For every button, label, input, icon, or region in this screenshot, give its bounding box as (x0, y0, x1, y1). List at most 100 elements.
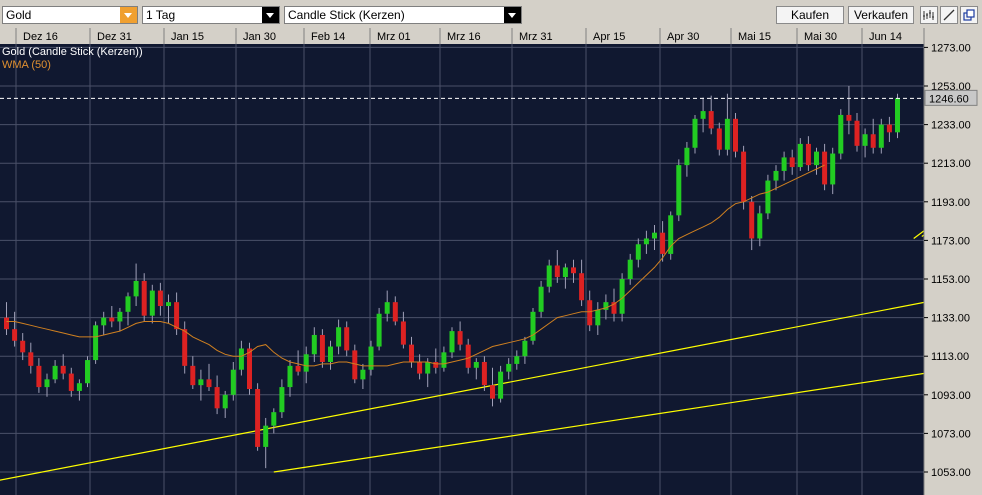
candle (765, 174, 771, 220)
candle-body-down (247, 348, 252, 390)
candle-body-up (376, 313, 382, 347)
candle-body-up (271, 412, 277, 426)
x-tick-label: Mrz 01 (377, 31, 411, 43)
candle-body-down (660, 232, 666, 254)
popout-button[interactable] (960, 6, 978, 24)
candle-body-up (530, 311, 536, 341)
candle-body-up (360, 369, 366, 380)
candle-body-down (68, 373, 74, 391)
chart-type-select[interactable]: Candle Stick (Kerzen) (284, 6, 522, 24)
candle-body-up (336, 327, 342, 347)
sell-button[interactable]: Verkaufen (848, 6, 914, 24)
interval-dropdown-icon[interactable] (262, 7, 279, 23)
candle-body-up (441, 352, 447, 368)
candle-body-up (473, 361, 479, 368)
candle-body-down (28, 352, 34, 366)
candle-body-down (409, 344, 414, 362)
x-tick-label: Mrz 31 (519, 31, 553, 43)
candle-body-up (506, 363, 512, 372)
y-tick-label: 1273.00 (931, 42, 971, 54)
x-axis: Dez 16 Dez 31 Jan 15 Jan 30 Feb 14 Mrz 01 Mrz … (0, 28, 924, 44)
candle-body-down (805, 143, 811, 166)
candle-body-down (749, 201, 755, 239)
y-tick-label: 1213.00 (931, 158, 971, 170)
legend-main: Gold (Candle Stick (Kerzen)) (2, 46, 143, 58)
interval-select[interactable]: 1 Tag (142, 6, 280, 24)
candle (319, 329, 325, 368)
candle-body-down (20, 340, 26, 353)
candle-body-down (400, 321, 406, 345)
y-tick-label: 1173.00 (931, 235, 970, 247)
candle-body-up (303, 354, 309, 372)
legend-wma: WMA (50) (2, 59, 51, 71)
candle-body-down (255, 389, 261, 447)
candle (741, 145, 747, 210)
candle (182, 321, 188, 374)
candle-body-up (765, 180, 771, 214)
draw-line-button[interactable] (940, 6, 958, 24)
candle-body-up (676, 165, 682, 216)
candle-body-up (328, 346, 333, 362)
candle-body-up (93, 325, 99, 361)
candle-body-up (166, 302, 171, 307)
x-tick-label: Jan 15 (171, 31, 204, 43)
candle-body-up (724, 118, 730, 150)
buy-button[interactable]: Kaufen (776, 6, 844, 24)
candle-body-down (417, 361, 423, 374)
chart-type-dropdown-icon[interactable] (504, 7, 521, 23)
candle-body-down (174, 302, 180, 330)
candle-body-up (522, 340, 528, 357)
candle-body-down (190, 365, 196, 386)
candle-body-down (157, 290, 163, 307)
candle-body-up (117, 311, 123, 322)
candle-body-down (319, 334, 325, 362)
y-tick-label: 1113.00 (931, 351, 969, 363)
price-chart[interactable]: Dez 16 Dez 31 Jan 15 Jan 30 Feb 14 Mrz 01 Mrz … (0, 28, 982, 495)
candle-body-up (76, 383, 82, 391)
y-tick-label: 1233.00 (931, 120, 971, 132)
candle-body-up (238, 348, 244, 370)
candle-body-up (878, 124, 884, 148)
candle-body-down (12, 329, 18, 341)
candle-body-up (862, 134, 868, 146)
candle-body-up (287, 365, 293, 388)
candle-body-down (344, 327, 350, 351)
candle-body-down (789, 157, 795, 168)
candle-body-down (109, 317, 115, 322)
candle-body-down (60, 365, 66, 374)
x-tick-label: Dez 31 (97, 31, 132, 43)
candle-body-down (741, 151, 747, 202)
candle (255, 383, 261, 451)
candle-body-up (230, 369, 236, 395)
bar-style-icon (923, 10, 934, 20)
candle-body-up (692, 118, 698, 148)
x-tick-label: Jun 14 (869, 31, 902, 43)
symbol-dropdown-icon[interactable] (120, 7, 137, 23)
candle-body-down (554, 265, 560, 278)
candle-body-down (433, 361, 439, 368)
candle-body-up (449, 331, 455, 353)
candle-body-down (822, 151, 828, 185)
y-tick-label: 1153.00 (931, 274, 970, 286)
interval-value: 1 Tag (146, 8, 176, 22)
candle-body-down (716, 128, 722, 150)
bar-style-button[interactable] (920, 6, 938, 24)
symbol-select[interactable]: Gold (2, 6, 138, 24)
candle (668, 211, 674, 260)
candle-body-down (579, 273, 585, 301)
x-tick-label: Feb 14 (311, 31, 345, 43)
candle-body-down (846, 114, 852, 121)
candle-body-up (149, 290, 155, 316)
candle (530, 307, 536, 345)
candle-body-down (854, 120, 860, 146)
candle (85, 356, 90, 388)
candle-body-up (311, 334, 317, 355)
chart-type-value: Candle Stick (Kerzen) (288, 8, 405, 22)
candle-body-up (538, 286, 544, 312)
candle-body-down (481, 361, 487, 386)
candle-body-down (708, 111, 714, 129)
draw-line-icon (943, 9, 955, 21)
y-tick-label: 1133.00 (931, 313, 970, 325)
candle-body-up (814, 151, 819, 166)
candle-body-up (757, 213, 763, 239)
